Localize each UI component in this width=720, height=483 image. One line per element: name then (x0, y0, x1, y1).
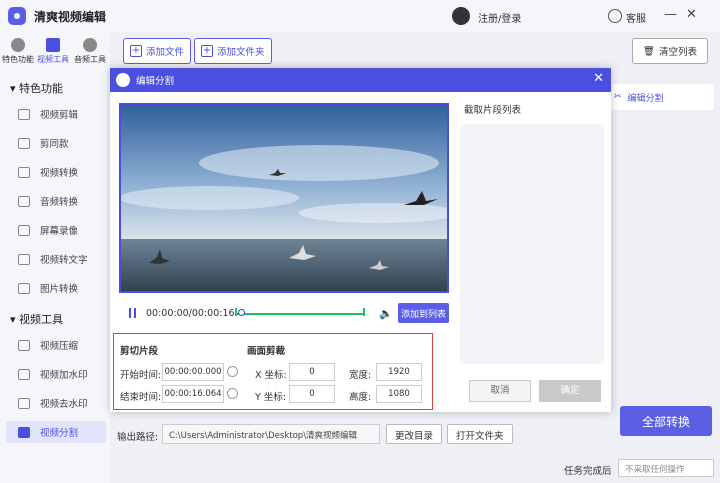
segment-list-title: 截取片段列表 (464, 105, 522, 116)
audio-tools-icon (83, 38, 97, 52)
trim-end-handle[interactable] (363, 308, 365, 316)
video-tools-icon (46, 38, 60, 52)
tab-video-tools[interactable]: 视频工具 (35, 38, 71, 65)
video-split-icon (18, 426, 30, 438)
sidebar-item-same-style[interactable]: 剪同款 (18, 132, 106, 154)
user-avatar-icon[interactable] (452, 7, 470, 25)
add-watermark-icon (18, 368, 30, 380)
minimize-icon[interactable]: — (664, 7, 677, 22)
y-coordinate-label: Y 坐标: (255, 392, 287, 403)
video-edit-icon (18, 108, 30, 120)
clock-icon[interactable] (227, 388, 238, 399)
trim-track[interactable] (235, 313, 365, 315)
close-window-icon[interactable]: ✕ (686, 7, 697, 22)
video-preview[interactable] (119, 103, 449, 293)
image-convert-icon (18, 282, 30, 294)
playback-controls: 00:00:00/00:00:16 🔈 添加到列表 (119, 303, 449, 323)
time-display: 00:00:00/00:00:16 (146, 308, 235, 319)
section-features[interactable]: 特色功能 (10, 80, 63, 96)
change-directory-button[interactable]: 更改目录 (386, 424, 443, 444)
sidebar: 特色功能 视频工具 音频工具 特色功能 视频剪辑 剪同款 视频转换 音频转换 屏… (0, 32, 110, 483)
width-label: 宽度: (349, 370, 372, 381)
edit-split-dialog: 编辑分割 ✕ 截取片段列表 取消 确定 00:00:00/00:00:16 🔈 … (110, 68, 611, 412)
output-path-label: 输出路径: (117, 432, 159, 443)
sidebar-item-video-edit[interactable]: 视频剪辑 (18, 103, 106, 125)
after-done-label: 任务完成后 (564, 466, 612, 477)
dialog-close-icon[interactable]: ✕ (593, 71, 604, 86)
tab-audio-tools[interactable]: 音频工具 (72, 38, 108, 65)
volume-icon[interactable]: 🔈 (379, 307, 393, 320)
add-file-button[interactable]: + 添加文件 (123, 38, 192, 64)
segment-list[interactable] (460, 124, 604, 364)
confirm-button[interactable]: 确定 (539, 380, 601, 402)
sidebar-item-video-split[interactable]: 视频分割 (6, 421, 106, 443)
same-style-icon (18, 137, 30, 149)
start-time-label: 开始时间: (120, 370, 162, 381)
dialog-header: 编辑分割 (110, 68, 611, 92)
service-link[interactable]: 客服 (626, 10, 646, 25)
sidebar-item-screen-record[interactable]: 屏幕录像 (18, 219, 106, 241)
x-coordinate-label: X 坐标: (255, 370, 287, 381)
clip-crop-panel: 剪切片段 开始时间: 00:00:00.000 结束时间: 00:00:16.0… (113, 333, 433, 410)
sidebar-item-remove-watermark[interactable]: 视频去水印 (18, 392, 106, 414)
sidebar-item-video-compress[interactable]: 视频压缩 (18, 334, 106, 356)
clear-list-button[interactable]: 🗑 清空列表 (631, 38, 708, 64)
height-input[interactable]: 1080 (376, 385, 422, 403)
login-link[interactable]: 注册/登录 (478, 10, 521, 25)
app-logo (8, 7, 26, 25)
output-path-field[interactable]: C:\Users\Administrator\Desktop\清爽视频编辑 (162, 424, 380, 444)
dialog-title: 编辑分割 (136, 76, 175, 87)
dialog-logo-icon (116, 73, 130, 87)
convert-all-button[interactable]: 全部转换 (620, 406, 712, 436)
crop-section-title: 画面剪裁 (247, 346, 286, 357)
after-done-select[interactable]: 不采取任何操作 (618, 459, 714, 477)
microphone-icon (18, 195, 30, 207)
end-time-input[interactable]: 00:00:16.064 (162, 385, 224, 403)
video-compress-icon (18, 339, 30, 351)
plus-icon: + (130, 45, 142, 57)
screen-record-icon (18, 224, 30, 236)
height-label: 高度: (349, 392, 372, 403)
end-time-label: 结束时间: (120, 392, 162, 403)
add-folder-button[interactable]: + 添加文件夹 (194, 38, 272, 64)
add-to-list-button[interactable]: 添加到列表 (398, 303, 449, 323)
video-convert-icon (18, 166, 30, 178)
service-icon[interactable] (608, 9, 622, 23)
playhead-knob[interactable] (238, 309, 245, 316)
start-time-input[interactable]: 00:00:00.000 (162, 363, 224, 381)
sidebar-item-audio-convert[interactable]: 音频转换 (18, 190, 106, 212)
x-coordinate-input[interactable]: 0 (289, 363, 335, 381)
video-frame (119, 103, 449, 293)
remove-watermark-icon (18, 397, 30, 409)
clip-section-title: 剪切片段 (120, 346, 159, 357)
sidebar-item-video-convert[interactable]: 视频转换 (18, 161, 106, 183)
cancel-button[interactable]: 取消 (469, 380, 531, 402)
pause-icon[interactable] (129, 308, 136, 318)
sidebar-item-add-watermark[interactable]: 视频加水印 (18, 363, 106, 385)
trash-icon: 🗑 (642, 45, 655, 57)
width-input[interactable]: 1920 (376, 363, 422, 381)
clock-icon[interactable] (227, 366, 238, 377)
scissors-icon: ✂ (614, 92, 622, 102)
video-to-text-icon (18, 253, 30, 265)
app-title: 清爽视频编辑 (34, 9, 107, 24)
section-video-tools[interactable]: 视频工具 (10, 311, 63, 327)
title-bar: 清爽视频编辑 注册/登录 客服 — ✕ (0, 0, 720, 32)
sidebar-item-video-to-text[interactable]: 视频转文字 (18, 248, 106, 270)
edit-split-tag[interactable]: ✂ 编辑分割 (608, 84, 714, 110)
sidebar-item-image-convert[interactable]: 图片转换 (18, 277, 106, 299)
tab-features[interactable]: 特色功能 (0, 38, 36, 65)
features-icon (11, 38, 25, 52)
open-folder-button[interactable]: 打开文件夹 (447, 424, 513, 444)
plus-icon: + (201, 45, 213, 57)
y-coordinate-input[interactable]: 0 (289, 385, 335, 403)
